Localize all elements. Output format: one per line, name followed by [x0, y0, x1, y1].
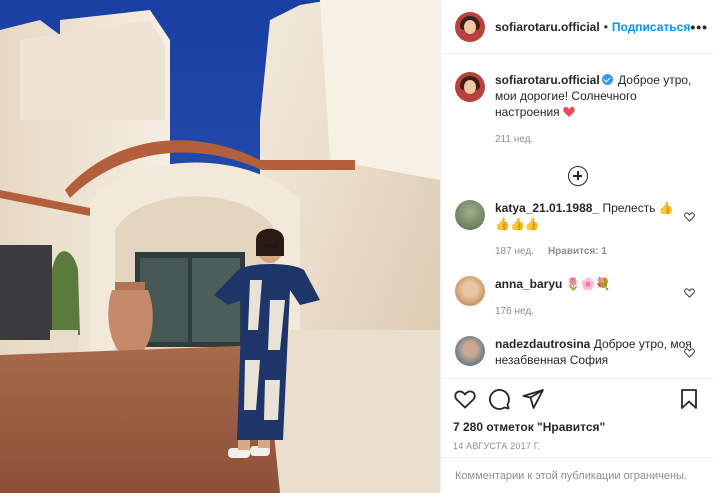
profile-avatar[interactable]	[455, 11, 485, 42]
caption-avatar[interactable]	[455, 72, 485, 102]
header-username[interactable]: sofiarotaru.official	[495, 20, 600, 34]
verified-badge-icon	[601, 74, 613, 85]
post-caption: sofiarotaru.official Доброе утро, мои до…	[455, 72, 701, 148]
comment-time: 176 нед.	[495, 306, 534, 317]
share-paper-plane-icon[interactable]	[521, 387, 545, 411]
post-header: sofiarotaru.official • Подписаться •••	[441, 0, 713, 54]
comment-avatar[interactable]	[455, 200, 485, 230]
post-image	[0, 0, 440, 493]
comment-bubble-icon[interactable]	[487, 387, 511, 411]
post-actions: 7 280 отметок "Нравится" 14 АВГУСТА 2017…	[441, 378, 713, 451]
comment-likes[interactable]: Нравится: 1	[548, 246, 607, 257]
follow-button[interactable]: Подписаться	[612, 20, 690, 34]
rose-icon: 🌷	[565, 277, 581, 291]
comment-time: 187 нед.	[495, 246, 534, 257]
comment-username[interactable]: nadezdautrosina	[495, 337, 590, 351]
like-comment-heart-icon[interactable]	[684, 288, 695, 298]
comment-text: Прелесть	[602, 201, 656, 215]
comment-item: anna_baryu 🌷🌸💐 176 нед.	[455, 276, 701, 320]
bouquet-icon: 💐	[595, 277, 611, 291]
header-separator: •	[603, 19, 608, 34]
more-options-icon[interactable]: •••	[690, 19, 708, 35]
likes-count[interactable]: 7 280 отметок "Нравится"	[453, 420, 701, 434]
comment-username[interactable]: anna_baryu	[495, 277, 562, 291]
like-comment-heart-icon[interactable]	[684, 348, 695, 358]
caption-username[interactable]: sofiarotaru.official	[495, 73, 600, 87]
comments-list[interactable]: sofiarotaru.official Доброе утро, мои до…	[441, 54, 713, 378]
comment-avatar[interactable]	[455, 336, 485, 366]
caption-time: 211 нед.	[495, 134, 534, 145]
red-heart-icon	[563, 106, 575, 117]
comments-restricted-text: Комментарии к этой публикации ограничены…	[455, 469, 688, 482]
post-sidebar: sofiarotaru.official • Подписаться ••• s…	[440, 0, 713, 493]
thumbs-up-icon: 👍👍👍	[495, 217, 540, 231]
comment-item: nadezdautrosina Доброе утро, моя незабве…	[455, 336, 701, 368]
comment-avatar[interactable]	[455, 276, 485, 306]
save-bookmark-icon[interactable]	[677, 387, 701, 411]
thumbs-up-icon: 👍	[658, 201, 674, 215]
like-comment-heart-icon[interactable]	[684, 212, 695, 222]
comment-item: katya_21.01.1988_ Прелесть 👍 👍👍👍 187 нед…	[455, 200, 701, 260]
comment-username[interactable]: katya_21.01.1988_	[495, 201, 599, 215]
load-more-comments-icon[interactable]	[568, 166, 588, 186]
post-date[interactable]: 14 АВГУСТА 2017 Г.	[453, 441, 701, 451]
like-heart-icon[interactable]	[453, 387, 477, 411]
flower-icon: 🌸	[580, 277, 596, 291]
comments-restricted-notice: Комментарии к этой публикации ограничены…	[441, 457, 713, 493]
post-photo[interactable]	[0, 0, 440, 493]
